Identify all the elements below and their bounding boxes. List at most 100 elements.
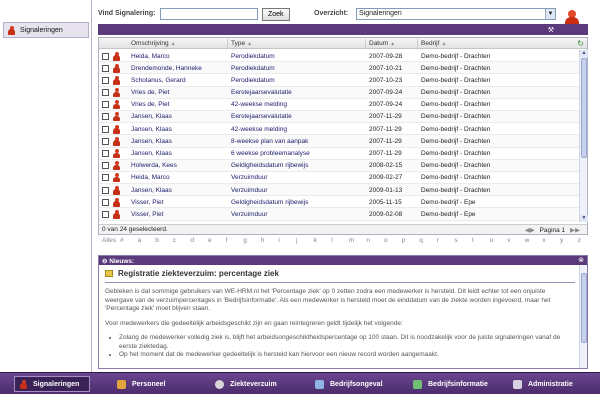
cell-omschrijving[interactable]: Jansen, Klaas [131, 138, 172, 145]
refresh-icon[interactable]: ↻ [577, 39, 584, 48]
cell-omschrijving[interactable]: Jansen, Klaas [131, 113, 172, 120]
cell-type[interactable]: Geldigheidsdatum rijbewijs [231, 162, 308, 169]
cell-type[interactable]: Perodiekdatum [231, 77, 275, 84]
row-checkbox[interactable] [102, 64, 109, 72]
close-icon[interactable]: ⊗ [578, 256, 584, 264]
alphabet-letter[interactable]: w [525, 237, 530, 244]
alphabet-letter[interactable]: g [243, 237, 247, 244]
cell-type[interactable]: Verzuimduur [231, 174, 268, 181]
cell-omschrijving[interactable]: Holwerda, Kees [131, 162, 177, 169]
table-row[interactable]: Heida, Marco Verzuimduur 2009-02-27 Demo-be… [99, 172, 579, 185]
row-checkbox[interactable] [102, 137, 109, 145]
nav-ziekteverzuim[interactable]: Ziekteverzuim [210, 376, 282, 392]
row-checkbox[interactable] [102, 89, 109, 97]
alphabet-letter[interactable]: s [454, 237, 457, 244]
alphabet-letter[interactable]: o [384, 237, 388, 244]
row-checkbox[interactable] [102, 125, 109, 133]
row-checkbox[interactable] [102, 162, 109, 170]
row-checkbox[interactable] [102, 150, 109, 157]
row-checkbox[interactable] [102, 113, 109, 121]
cell-type[interactable]: Perodiekdatum [231, 65, 275, 72]
cell-omschrijving[interactable]: Schotanus, Gerard [131, 77, 186, 84]
search-input[interactable] [160, 8, 258, 20]
alphabet-letter[interactable]: h [261, 237, 265, 244]
nav-bedrijfsinformatie[interactable]: Bedrijfsinformatie [408, 376, 493, 392]
nav-personeel[interactable]: Personeel [112, 376, 170, 392]
cell-type[interactable]: Verzuimduur [231, 187, 268, 194]
cell-type[interactable]: Eerstejaarsevalutatie [231, 89, 292, 96]
alphabet-letter[interactable]: m [349, 237, 354, 244]
alphabet-letter[interactable]: e [208, 237, 212, 244]
sidebar-item-signaleringen[interactable]: Signaleringen [3, 22, 89, 38]
grid-scrollbar[interactable]: ▲ ▼ [579, 50, 588, 222]
column-header-datum[interactable]: Datum ▲ [369, 40, 395, 47]
column-header-bedrijf[interactable]: Bedrijf ▲ [421, 40, 446, 47]
cell-omschrijving[interactable]: Visser, Piet [131, 199, 163, 206]
cell-omschrijving[interactable]: Heida, Marco [131, 53, 170, 60]
column-header-omschrijving[interactable]: Omschrijving ▲ [131, 40, 176, 47]
overview-select[interactable]: Signaleringen ▼ [356, 8, 556, 20]
column-header-type[interactable]: Type ▲ [231, 40, 252, 47]
nav-bedrijfsongeval[interactable]: Bedrijfsongeval [310, 376, 388, 392]
row-checkbox[interactable] [102, 174, 109, 182]
table-row[interactable]: Jansen, Klaas Verzuimduur 2009-01-13 Demo-b… [99, 184, 579, 197]
news-scroll-thumb[interactable] [581, 273, 587, 343]
alphabet-letter[interactable]: t [472, 237, 474, 244]
cell-omschrijving[interactable]: Jansen, Klaas [131, 126, 172, 133]
alphabet-letter[interactable]: a [138, 237, 142, 244]
row-checkbox[interactable] [102, 76, 109, 84]
cell-omschrijving[interactable]: Visser, Piet [131, 211, 163, 218]
cell-type[interactable]: Geldigheidsdatum rijbewijs [231, 199, 308, 206]
row-checkbox[interactable] [102, 101, 109, 109]
table-row[interactable]: Jansen, Klaas Eerstejaarsevalutatie 2007-1… [99, 110, 579, 124]
alphabet-letter[interactable]: c [173, 237, 176, 244]
alphabet-letter[interactable]: v [507, 237, 510, 244]
row-checkbox[interactable] [102, 52, 109, 60]
cell-type[interactable]: 6 weekse probleemanalyse [231, 150, 310, 157]
alphabet-letter[interactable]: i [278, 237, 279, 244]
cell-type[interactable]: 42-weekse melding [231, 126, 287, 133]
alphabet-letter[interactable]: q [419, 237, 423, 244]
table-row[interactable]: Heida, Marco Perodiekdatum 2007-09-28 Demo-… [99, 50, 579, 63]
alphabet-letter[interactable]: # [120, 237, 124, 244]
row-checkbox[interactable] [102, 198, 109, 206]
table-row[interactable]: Holwerda, Kees Geldigheidsdatum rijbewijs… [99, 159, 579, 172]
scroll-down-icon[interactable]: ▼ [580, 215, 588, 222]
alphabet-letter[interactable]: x [542, 237, 545, 244]
alphabet-letter[interactable]: d [190, 237, 194, 244]
cell-type[interactable]: Eerstejaarsevalutatie [231, 113, 292, 120]
table-row[interactable]: Vries de, Piet Eerstejaarsevalutatie 2007-… [99, 86, 579, 99]
row-checkbox[interactable] [102, 186, 109, 194]
alphabet-letter[interactable]: n [366, 237, 370, 244]
cell-omschrijving[interactable]: Heida, Marco [131, 174, 170, 181]
search-button[interactable]: Zoek [262, 8, 290, 21]
cell-type[interactable]: 42-weekse melding [231, 101, 287, 108]
alphabet-letter[interactable]: b [155, 237, 159, 244]
table-row[interactable]: Visser, Piet Verzuimduur 2009-02-08 Demo-be… [99, 208, 579, 221]
prev-page-icon[interactable]: ◀▶ [525, 227, 535, 234]
alphabet-letter[interactable]: k [314, 237, 317, 244]
table-row[interactable]: Schotanus, Gerard Perodiekdatum 2007-10-23… [99, 74, 579, 87]
cell-omschrijving[interactable]: Jansen, Klaas [131, 187, 172, 194]
table-row[interactable]: Jansen, Klaas 8-weekse plan van aanpak 200… [99, 135, 579, 148]
alphabet-letter[interactable]: Alles [102, 237, 116, 244]
scroll-thumb[interactable] [581, 58, 587, 158]
cell-omschrijving[interactable]: Jansen, Klaas [131, 150, 172, 157]
tools-icon[interactable]: ⚒ [548, 26, 554, 34]
table-row[interactable]: Visser, Piet Geldigheidsdatum rijbewijs 20… [99, 196, 579, 209]
scroll-up-icon[interactable]: ▲ [580, 50, 588, 57]
table-row[interactable]: Drendemonde, Hanneke Perodiekdatum 2007-10… [99, 62, 579, 75]
cell-type[interactable]: Verzuimduur [231, 211, 268, 218]
alphabet-letter[interactable]: z [578, 237, 581, 244]
table-row[interactable]: Vries de, Piet 42-weekse melding 2007-09-2… [99, 99, 579, 111]
cell-omschrijving[interactable]: Vries de, Piet [131, 89, 169, 96]
alphabet-letter[interactable]: l [331, 237, 332, 244]
table-row[interactable]: Jansen, Klaas 6 weekse probleemanalyse 200… [99, 148, 579, 160]
table-row[interactable]: Jansen, Klaas 42-weekse melding 2007-11-29… [99, 123, 579, 136]
cell-type[interactable]: Perodiekdatum [231, 53, 275, 60]
cell-omschrijving[interactable]: Vries de, Piet [131, 101, 169, 108]
news-scrollbar[interactable] [579, 265, 587, 368]
row-checkbox[interactable] [102, 210, 109, 218]
nav-signaleringen[interactable]: Signaleringen [14, 376, 90, 392]
nav-administratie[interactable]: Administratie [508, 376, 578, 392]
